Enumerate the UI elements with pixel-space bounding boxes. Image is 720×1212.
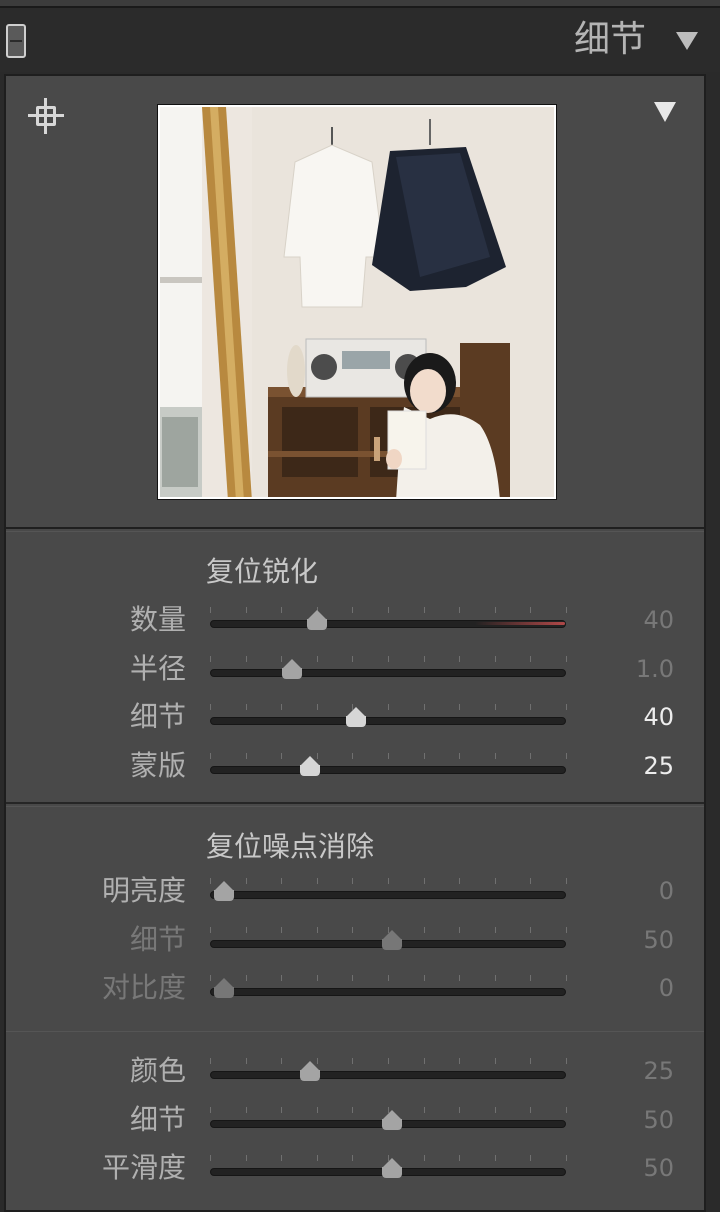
slider-row: 半径 1.0 xyxy=(6,649,704,689)
slider-value[interactable]: 1.0 xyxy=(604,649,674,689)
slider-thumb[interactable] xyxy=(381,1109,402,1132)
slider-thumb[interactable] xyxy=(299,755,320,778)
sharpening-reset-title[interactable]: 复位锐化 xyxy=(206,554,318,590)
sharpening-section: 复位锐化 数量 40 半径 1.0 细节 40 蒙版 25 xyxy=(6,531,704,804)
slider-thumb[interactable] xyxy=(345,707,366,729)
slider-row: 明亮度 0 xyxy=(6,871,704,911)
slider-value[interactable]: 40 xyxy=(604,697,674,737)
slider-label[interactable]: 细节 xyxy=(130,920,186,960)
slider-thumb[interactable] xyxy=(281,658,302,681)
slider-value[interactable]: 50 xyxy=(604,1148,674,1188)
panel-title: 细节 xyxy=(573,19,646,60)
slider-row: 颜色 25 xyxy=(6,1051,704,1091)
slider-track[interactable] xyxy=(210,765,566,774)
slider-label[interactable]: 平滑度 xyxy=(102,1148,186,1188)
detail-preview-section xyxy=(6,76,704,529)
slider-ticks xyxy=(210,975,567,983)
slider-track[interactable] xyxy=(210,668,566,677)
slider-row: 细节 50 xyxy=(6,920,704,960)
slider-track[interactable] xyxy=(210,620,566,628)
slider-ticks xyxy=(210,655,567,664)
slider-row: 蒙版 25 xyxy=(6,746,704,786)
slider-row: 细节 40 xyxy=(6,697,704,737)
target-adjust-icon[interactable] xyxy=(28,98,64,134)
collapse-triangle-icon[interactable] xyxy=(676,32,698,50)
slider-label[interactable]: 对比度 xyxy=(102,968,186,1008)
detail-panel: 复位锐化 数量 40 半径 1.0 细节 40 蒙版 25 复位噪点消除 明亮度 0 细节 50 对比… xyxy=(4,74,706,1212)
slider-label[interactable]: 颜色 xyxy=(130,1051,186,1091)
slider-thumb[interactable] xyxy=(299,1061,320,1083)
slider-thumb[interactable] xyxy=(306,610,327,632)
slider-label[interactable]: 蒙版 xyxy=(130,746,186,786)
noise-reduction-section: 复位噪点消除 明亮度 0 细节 50 对比度 0 颜色 25 细节 50 平滑度 50 xyxy=(6,806,704,1212)
slider-track[interactable] xyxy=(210,1071,566,1079)
slider-ticks xyxy=(210,752,567,761)
slider-thumb[interactable] xyxy=(214,978,235,1000)
noise-subdivider xyxy=(6,1031,704,1032)
slider-row: 细节 50 xyxy=(6,1100,704,1140)
detail-preview-image[interactable] xyxy=(157,104,557,500)
slider-value[interactable]: 0 xyxy=(604,871,674,911)
slider-track[interactable] xyxy=(210,988,566,996)
panel-toggle-switch[interactable] xyxy=(6,24,26,58)
slider-row: 对比度 0 xyxy=(6,968,704,1008)
slider-row: 数量 40 xyxy=(6,600,704,640)
slider-value[interactable]: 25 xyxy=(604,746,674,786)
slider-ticks xyxy=(210,704,567,712)
slider-row: 平滑度 50 xyxy=(6,1148,704,1188)
slider-ticks xyxy=(210,1058,567,1066)
slider-ticks xyxy=(210,607,567,615)
slider-track[interactable] xyxy=(210,717,566,725)
slider-value[interactable]: 50 xyxy=(604,920,674,960)
slider-value[interactable]: 25 xyxy=(604,1051,674,1091)
slider-value[interactable]: 50 xyxy=(604,1100,674,1140)
slider-label[interactable]: 细节 xyxy=(130,1100,186,1140)
top-strip xyxy=(0,0,720,8)
slider-label[interactable]: 明亮度 xyxy=(102,871,186,911)
panel-header[interactable]: 细节 xyxy=(0,8,720,72)
slider-track[interactable] xyxy=(210,891,566,899)
noise-reduction-reset-title[interactable]: 复位噪点消除 xyxy=(206,829,374,865)
slider-label[interactable]: 细节 xyxy=(130,697,186,737)
slider-thumb[interactable] xyxy=(381,929,402,952)
slider-value[interactable]: 40 xyxy=(604,600,674,640)
slider-label[interactable]: 数量 xyxy=(130,600,186,640)
slider-ticks xyxy=(210,878,567,886)
preview-photo-illustration xyxy=(160,107,554,497)
slider-value[interactable]: 0 xyxy=(604,968,674,1008)
slider-label[interactable]: 半径 xyxy=(130,649,186,689)
slider-thumb[interactable] xyxy=(214,881,235,903)
preview-toggle-icon[interactable] xyxy=(654,102,676,122)
slider-thumb[interactable] xyxy=(381,1158,402,1180)
